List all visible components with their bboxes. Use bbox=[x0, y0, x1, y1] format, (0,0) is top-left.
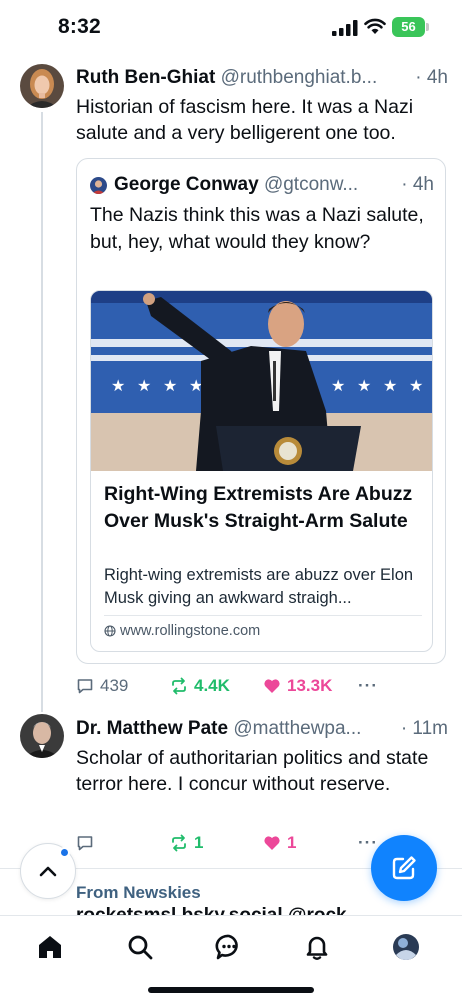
avatar bbox=[90, 177, 107, 194]
quoted-post-header: George Conway @gtconw... · 4h bbox=[114, 174, 434, 196]
repost-icon bbox=[172, 834, 186, 852]
link-domain-text: www.rollingstone.com bbox=[120, 623, 261, 639]
quoted-author-handle: @gtconw... bbox=[263, 174, 359, 195]
compose-button[interactable] bbox=[371, 835, 437, 901]
repost-icon bbox=[172, 677, 186, 695]
author-handle[interactable]: @ruthbenghiat.b... bbox=[221, 67, 378, 88]
chat-icon bbox=[215, 934, 238, 960]
tab-home[interactable] bbox=[35, 932, 65, 962]
more-icon: ··· bbox=[358, 676, 378, 695]
bell-icon bbox=[306, 936, 328, 960]
post-timestamp: · 11m bbox=[396, 718, 448, 740]
new-posts-indicator bbox=[59, 847, 70, 858]
author-handle[interactable]: @matthewpa... bbox=[233, 718, 361, 739]
compose-icon bbox=[392, 856, 416, 880]
link-description: Right-wing extremists are abuzz over Elo… bbox=[104, 566, 414, 607]
reply-button[interactable] bbox=[76, 831, 100, 855]
partial-post-header: rocketsmsl.bsky.social @rock... bbox=[76, 905, 448, 915]
link-domain: www.rollingstone.com bbox=[104, 623, 260, 639]
author-name[interactable]: Ruth Ben-Ghiat bbox=[76, 67, 215, 88]
reply-icon bbox=[77, 679, 93, 694]
svg-text:★: ★ bbox=[357, 376, 371, 395]
feed-context-label[interactable]: From Newskies bbox=[76, 883, 201, 903]
post-header: Ruth Ben-Ghiat @ruthbenghiat.b... · 4h bbox=[76, 67, 448, 89]
svg-text:★: ★ bbox=[331, 376, 345, 395]
post-text: Scholar of authoritarian politics and st… bbox=[76, 747, 429, 795]
tab-notifications[interactable] bbox=[302, 932, 332, 962]
search-icon bbox=[128, 935, 153, 960]
home-indicator bbox=[148, 987, 314, 993]
more-options-button[interactable]: ··· bbox=[358, 674, 378, 698]
bottom-tab-bar bbox=[0, 915, 462, 1000]
profile-avatar-icon bbox=[393, 934, 419, 960]
repost-button[interactable]: 4.4K bbox=[170, 674, 230, 698]
avatar[interactable] bbox=[20, 714, 64, 758]
link-title: Right-Wing Extremists Are Abuzz Over Mus… bbox=[104, 483, 413, 532]
reply-count: 439 bbox=[100, 676, 129, 695]
status-bar: 8:32 56 bbox=[0, 0, 462, 56]
tab-chat[interactable] bbox=[214, 932, 244, 962]
home-icon bbox=[39, 936, 61, 958]
link-preview-card[interactable]: ★ ★ ★ ★ ★ ★ ★ ★ Right-Wing Extremists Ar… bbox=[90, 290, 433, 652]
reply-icon bbox=[77, 836, 93, 851]
wifi-icon bbox=[364, 18, 386, 34]
battery-icon: 56 bbox=[392, 17, 430, 37]
post-timestamp: · 4h bbox=[411, 67, 448, 89]
repost-button[interactable]: 1 bbox=[170, 831, 203, 855]
quoted-author-name: George Conway bbox=[114, 174, 259, 195]
like-button[interactable]: 1 bbox=[263, 831, 296, 855]
heart-icon bbox=[264, 679, 280, 693]
heart-icon bbox=[264, 836, 280, 850]
svg-text:★: ★ bbox=[409, 376, 423, 395]
status-time: 8:32 bbox=[58, 15, 101, 38]
chevron-up-icon bbox=[39, 866, 57, 877]
avatar[interactable] bbox=[20, 64, 64, 108]
quoted-post-timestamp: · 4h bbox=[401, 174, 434, 195]
thread-connector-line bbox=[41, 112, 43, 712]
battery-level: 56 bbox=[401, 19, 416, 34]
repost-count: 1 bbox=[194, 833, 204, 852]
svg-text:★: ★ bbox=[111, 376, 125, 395]
globe-icon bbox=[104, 625, 116, 637]
svg-text:★: ★ bbox=[383, 376, 397, 395]
svg-text:★: ★ bbox=[163, 376, 177, 395]
reply-button[interactable]: 439 bbox=[76, 674, 128, 698]
quoted-post-card[interactable]: George Conway @gtconw... · 4h The Nazis … bbox=[76, 158, 446, 664]
cellular-signal-icon bbox=[332, 20, 358, 36]
svg-text:★: ★ bbox=[137, 376, 151, 395]
quoted-post-text: The Nazis think this was a Nazi salute, … bbox=[90, 204, 424, 253]
tab-profile[interactable] bbox=[391, 932, 421, 962]
like-button[interactable]: 13.3K bbox=[263, 674, 332, 698]
like-count: 13.3K bbox=[287, 676, 333, 695]
post-header: Dr. Matthew Pate @matthewpa... · 11m bbox=[76, 718, 448, 740]
like-count: 1 bbox=[287, 833, 297, 852]
post-actions: 439 4.4K 13.3K ··· bbox=[76, 674, 448, 698]
divider bbox=[104, 615, 422, 616]
link-preview-image: ★ ★ ★ ★ ★ ★ ★ ★ bbox=[91, 291, 432, 471]
author-name[interactable]: Dr. Matthew Pate bbox=[76, 718, 228, 739]
repost-count: 4.4K bbox=[194, 676, 230, 695]
tab-search[interactable] bbox=[125, 932, 155, 962]
post-text: Historian of fascism here. It was a Nazi… bbox=[76, 96, 414, 144]
